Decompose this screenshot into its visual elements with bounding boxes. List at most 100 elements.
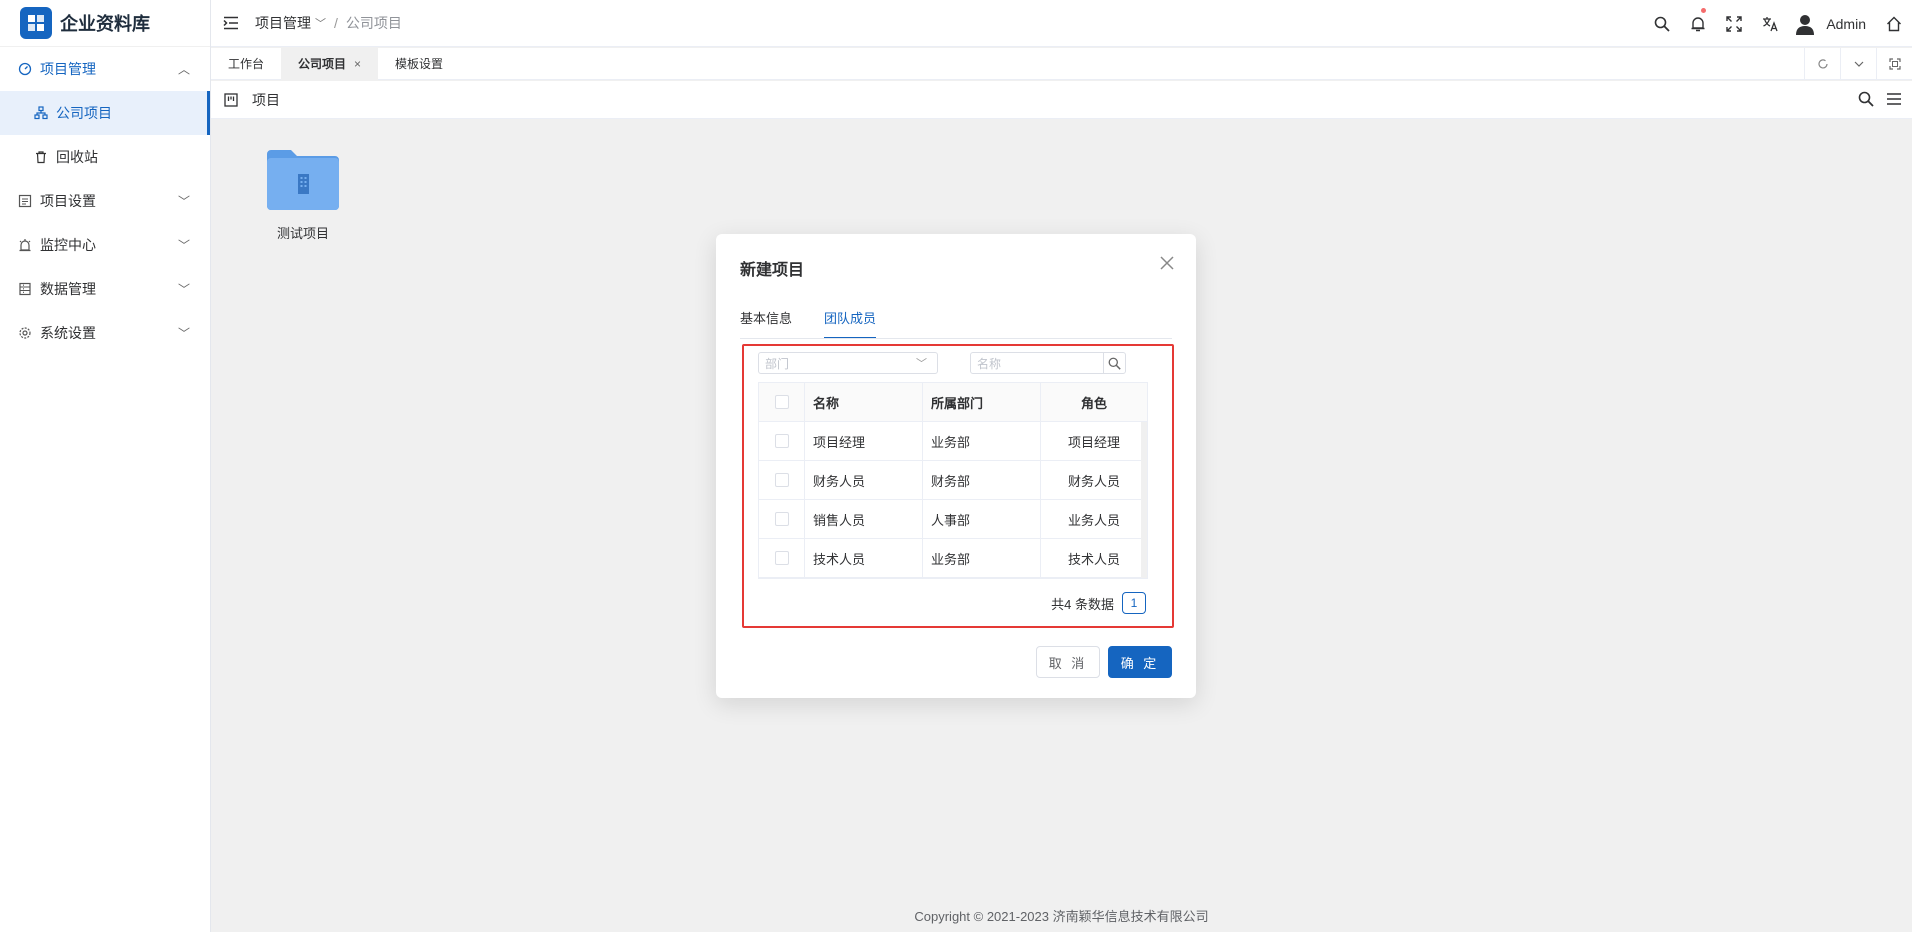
sidebar: 企业资料库 项目管理 ︿ 公司项目 回收站 项目设置 ﹀ 监控中心 ﹀ 数据管理… bbox=[0, 0, 211, 932]
page-title: 项目 bbox=[252, 91, 280, 108]
org-icon bbox=[34, 106, 48, 120]
row-checkbox[interactable] bbox=[774, 434, 789, 448]
cell-role: 财务人员 bbox=[1067, 473, 1120, 489]
content-titlebar: 项目 bbox=[211, 81, 1912, 119]
pagination: 共4 条数据 1 bbox=[1051, 592, 1146, 614]
maximize-icon[interactable] bbox=[1876, 48, 1912, 80]
cell-role: 项目经理 bbox=[1067, 434, 1120, 450]
name-search-input[interactable]: 名称 bbox=[970, 352, 1126, 374]
folder-label: 测试项目 bbox=[276, 226, 329, 241]
top-header: 项目管理 ﹀ / 公司项目 Admin bbox=[211, 0, 1912, 47]
tab-company-projects[interactable]: 公司项目 × bbox=[281, 47, 379, 80]
app-logo[interactable]: 企业资料库 bbox=[0, 0, 210, 47]
table-scrollbar[interactable] bbox=[1141, 422, 1147, 578]
sidebar-item-project-management[interactable]: 项目管理 ︿ bbox=[0, 47, 210, 91]
sidebar-item-company-projects[interactable]: 公司项目 bbox=[0, 91, 210, 135]
table-row[interactable]: 销售人员 人事部 业务人员 bbox=[759, 500, 1147, 539]
chevron-down-icon: ﹀ bbox=[177, 326, 190, 341]
dashboard-icon bbox=[18, 62, 32, 76]
home-icon[interactable] bbox=[1876, 0, 1912, 47]
column-header-role: 角色 bbox=[1080, 395, 1107, 411]
name-placeholder: 名称 bbox=[977, 356, 1002, 371]
board-icon bbox=[224, 92, 238, 107]
cell-department: 业务部 bbox=[923, 422, 1041, 460]
menu-icon[interactable] bbox=[1886, 91, 1902, 110]
cell-name: 项目经理 bbox=[805, 422, 923, 460]
highlight-region: 部门 ﹀ 名称 名称 所属部门 角色 项目经理 业务部 项目经理 财务人员 财务… bbox=[742, 344, 1174, 628]
breadcrumb-item[interactable]: 项目管理 bbox=[255, 13, 311, 33]
translate-icon[interactable] bbox=[1752, 0, 1788, 47]
trash-icon bbox=[34, 150, 48, 164]
tab-label: 工作台 bbox=[228, 57, 265, 71]
sidebar-item-system-settings[interactable]: 系统设置 ﹀ bbox=[0, 311, 210, 355]
dialog-title: 新建项目 bbox=[740, 262, 805, 279]
tab-label: 公司项目 bbox=[298, 57, 347, 71]
avatar bbox=[1794, 13, 1816, 35]
menu-collapse-icon[interactable] bbox=[221, 13, 241, 33]
cell-name: 销售人员 bbox=[805, 500, 923, 538]
row-checkbox[interactable] bbox=[774, 551, 789, 565]
alarm-icon bbox=[18, 238, 32, 252]
database-icon bbox=[18, 282, 32, 296]
breadcrumb-current: 公司项目 bbox=[345, 15, 402, 31]
sidebar-item-monitoring[interactable]: 监控中心 ﹀ bbox=[0, 223, 210, 267]
row-checkbox[interactable] bbox=[774, 512, 789, 526]
chevron-down-icon: ﹀ bbox=[315, 18, 326, 30]
folder-icon bbox=[267, 150, 339, 210]
table-row[interactable]: 项目经理 业务部 项目经理 bbox=[759, 422, 1147, 461]
sidebar-item-label: 项目设置 bbox=[40, 193, 96, 209]
header-actions: Admin bbox=[1644, 0, 1912, 47]
tab-template-settings[interactable]: 模板设置 bbox=[378, 48, 460, 80]
cell-role: 业务人员 bbox=[1067, 512, 1120, 528]
members-table: 名称 所属部门 角色 项目经理 业务部 项目经理 财务人员 财务部 财务人员 销… bbox=[758, 382, 1148, 579]
footer-copyright: Copyright © 2021-2023 济南颖华信息技术有限公司 bbox=[914, 909, 1209, 924]
dialog-tabs: 基本信息 团队成员 bbox=[740, 308, 877, 339]
sidebar-item-label: 回收站 bbox=[56, 149, 98, 165]
close-icon[interactable]: × bbox=[354, 57, 361, 71]
notification-badge bbox=[1701, 8, 1707, 13]
cell-role: 技术人员 bbox=[1067, 551, 1120, 567]
chevron-down-icon: ﹀ bbox=[177, 194, 190, 209]
column-header-department: 所属部门 bbox=[923, 383, 1041, 421]
row-checkbox[interactable] bbox=[774, 473, 789, 487]
tab-label: 模板设置 bbox=[395, 57, 444, 71]
search-icon[interactable] bbox=[1103, 353, 1125, 373]
select-all-checkbox[interactable] bbox=[774, 395, 789, 409]
sidebar-item-label: 数据管理 bbox=[40, 281, 96, 297]
search-icon[interactable] bbox=[1858, 91, 1874, 110]
sidebar-item-label: 系统设置 bbox=[40, 325, 96, 341]
sidebar-item-recycle-bin[interactable]: 回收站 bbox=[0, 135, 210, 179]
chevron-down-icon: ﹀ bbox=[177, 238, 190, 253]
department-select[interactable]: 部门 ﹀ bbox=[758, 352, 938, 374]
refresh-icon[interactable] bbox=[1804, 48, 1840, 80]
close-icon[interactable] bbox=[1158, 254, 1176, 272]
page-number-button[interactable]: 1 bbox=[1122, 592, 1146, 614]
cell-name: 技术人员 bbox=[805, 539, 923, 577]
bell-icon[interactable] bbox=[1680, 0, 1716, 47]
project-folder[interactable]: 测试项目 bbox=[264, 148, 342, 242]
gear-icon bbox=[18, 326, 32, 340]
sidebar-item-project-settings[interactable]: 项目设置 ﹀ bbox=[0, 179, 210, 223]
confirm-button[interactable]: 确 定 bbox=[1108, 646, 1172, 678]
app-title: 企业资料库 bbox=[60, 14, 150, 34]
user-menu[interactable]: Admin bbox=[1794, 13, 1866, 35]
new-project-dialog: 新建项目 基本信息 团队成员 部门 ﹀ 名称 名称 所属部门 角色 项目经理 业… bbox=[716, 234, 1196, 698]
total-count: 共4 条数据 bbox=[1051, 596, 1114, 612]
column-header-name: 名称 bbox=[805, 383, 923, 421]
table-row[interactable]: 技术人员 业务部 技术人员 bbox=[759, 539, 1147, 578]
cancel-button[interactable]: 取 消 bbox=[1036, 646, 1100, 678]
list-icon bbox=[18, 194, 32, 208]
tab-workbench[interactable]: 工作台 bbox=[211, 48, 281, 80]
fullscreen-icon[interactable] bbox=[1716, 0, 1752, 47]
table-row[interactable]: 财务人员 财务部 财务人员 bbox=[759, 461, 1147, 500]
search-icon[interactable] bbox=[1644, 0, 1680, 47]
breadcrumb: 项目管理 ﹀ / 公司项目 bbox=[255, 13, 402, 33]
tab-basic-info[interactable]: 基本信息 bbox=[740, 308, 792, 339]
sidebar-item-data-management[interactable]: 数据管理 ﹀ bbox=[0, 267, 210, 311]
chevron-down-icon: ﹀ bbox=[916, 358, 927, 370]
chevron-down-icon[interactable] bbox=[1840, 48, 1876, 80]
tab-tools bbox=[1804, 48, 1912, 80]
tabs-divider bbox=[740, 338, 1172, 339]
department-placeholder: 部门 bbox=[765, 356, 790, 371]
tab-team-members[interactable]: 团队成员 bbox=[824, 308, 877, 339]
